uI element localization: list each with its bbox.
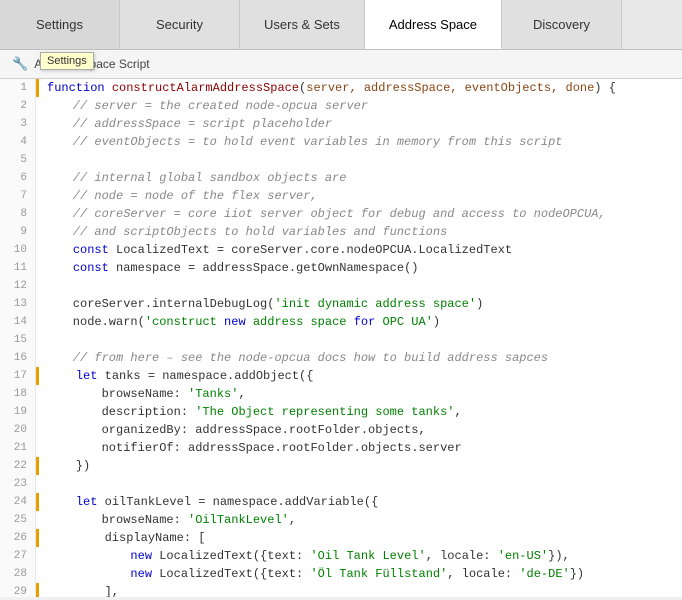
line-content: new LocalizedText({text: 'Oil Tank Level… xyxy=(36,547,682,565)
code-line: 13 coreServer.internalDebugLog('init dyn… xyxy=(0,295,682,313)
line-content: new LocalizedText({text: 'Öl Tank Füllst… xyxy=(36,565,682,583)
line-content: organizedBy: addressSpace.rootFolder.obj… xyxy=(36,421,682,439)
line-content: browseName: 'OilTankLevel', xyxy=(36,511,682,529)
line-number: 7 xyxy=(0,187,36,205)
code-editor[interactable]: 1function constructAlarmAddressSpace(ser… xyxy=(0,79,682,597)
line-number: 13 xyxy=(0,295,36,313)
line-number: 26 xyxy=(0,529,36,547)
line-content: // and scriptObjects to hold variables a… xyxy=(36,223,682,241)
line-content: function constructAlarmAddressSpace(serv… xyxy=(36,79,682,97)
line-number: 22 xyxy=(0,457,36,475)
line-number: 9 xyxy=(0,223,36,241)
line-number: 14 xyxy=(0,313,36,331)
line-content: coreServer.internalDebugLog('init dynami… xyxy=(36,295,682,313)
line-number: 18 xyxy=(0,385,36,403)
tab-bar: Settings Security Users & Sets Address S… xyxy=(0,0,682,50)
code-line: 22 }) xyxy=(0,457,682,475)
code-line: 4 // eventObjects = to hold event variab… xyxy=(0,133,682,151)
code-line: 9 // and scriptObjects to hold variables… xyxy=(0,223,682,241)
line-content: node.warn('construct new address space f… xyxy=(36,313,682,331)
line-number: 2 xyxy=(0,97,36,115)
line-number: 21 xyxy=(0,439,36,457)
code-line: 6 // internal global sandbox objects are xyxy=(0,169,682,187)
line-number: 12 xyxy=(0,277,36,295)
line-content: const LocalizedText = coreServer.core.no… xyxy=(36,241,682,259)
line-content: // internal global sandbox objects are xyxy=(36,169,682,187)
line-content: // eventObjects = to hold event variable… xyxy=(36,133,682,151)
line-number: 5 xyxy=(0,151,36,169)
line-number: 3 xyxy=(0,115,36,133)
tab-discovery[interactable]: Discovery xyxy=(502,0,622,49)
line-number: 23 xyxy=(0,475,36,493)
code-line: 14 node.warn('construct new address spac… xyxy=(0,313,682,331)
line-number: 11 xyxy=(0,259,36,277)
line-number: 16 xyxy=(0,349,36,367)
line-number: 1 xyxy=(0,79,36,97)
code-line: 7 // node = node of the flex server, xyxy=(0,187,682,205)
line-number: 8 xyxy=(0,205,36,223)
line-number: 29 xyxy=(0,583,36,597)
tab-security[interactable]: Security xyxy=(120,0,240,49)
line-content: // from here – see the node-opcua docs h… xyxy=(36,349,682,367)
code-line: 26 displayName: [ xyxy=(0,529,682,547)
code-line: 23 xyxy=(0,475,682,493)
line-content: // coreServer = core iiot server object … xyxy=(36,205,682,223)
line-number: 25 xyxy=(0,511,36,529)
line-content: let tanks = namespace.addObject({ xyxy=(36,367,682,385)
line-number: 4 xyxy=(0,133,36,151)
code-line: 27 new LocalizedText({text: 'Oil Tank Le… xyxy=(0,547,682,565)
line-number: 24 xyxy=(0,493,36,511)
code-line: 2 // server = the created node-opcua ser… xyxy=(0,97,682,115)
wrench-icon: 🔧 xyxy=(12,56,28,72)
breadcrumb: Settings 🔧 Address Space Script xyxy=(0,50,682,79)
line-content: description: 'The Object representing so… xyxy=(36,403,682,421)
line-content: let oilTankLevel = namespace.addVariable… xyxy=(36,493,682,511)
line-content: }) xyxy=(36,457,682,475)
line-content: // server = the created node-opcua serve… xyxy=(36,97,682,115)
code-line: 17 let tanks = namespace.addObject({ xyxy=(0,367,682,385)
line-content: notifierOf: addressSpace.rootFolder.obje… xyxy=(36,439,682,457)
code-line: 21 notifierOf: addressSpace.rootFolder.o… xyxy=(0,439,682,457)
code-line: 3 // addressSpace = script placeholder xyxy=(0,115,682,133)
tab-settings[interactable]: Settings xyxy=(0,0,120,49)
code-line: 10 const LocalizedText = coreServer.core… xyxy=(0,241,682,259)
code-line: 19 description: 'The Object representing… xyxy=(0,403,682,421)
line-number: 15 xyxy=(0,331,36,349)
line-content: const namespace = addressSpace.getOwnNam… xyxy=(36,259,682,277)
code-line: 29 ], xyxy=(0,583,682,597)
code-line: 8 // coreServer = core iiot server objec… xyxy=(0,205,682,223)
tab-address-space[interactable]: Address Space xyxy=(365,0,502,49)
code-line: 25 browseName: 'OilTankLevel', xyxy=(0,511,682,529)
line-number: 17 xyxy=(0,367,36,385)
line-content: // node = node of the flex server, xyxy=(36,187,682,205)
code-line: 11 const namespace = addressSpace.getOwn… xyxy=(0,259,682,277)
line-number: 28 xyxy=(0,565,36,583)
code-line: 24 let oilTankLevel = namespace.addVaria… xyxy=(0,493,682,511)
code-line: 5 xyxy=(0,151,682,169)
code-line: 12 xyxy=(0,277,682,295)
breadcrumb-tooltip: Settings xyxy=(40,52,94,70)
line-number: 27 xyxy=(0,547,36,565)
line-content: browseName: 'Tanks', xyxy=(36,385,682,403)
code-line: 28 new LocalizedText({text: 'Öl Tank Fül… xyxy=(0,565,682,583)
line-content: displayName: [ xyxy=(36,529,682,547)
line-number: 6 xyxy=(0,169,36,187)
code-line: 16 // from here – see the node-opcua doc… xyxy=(0,349,682,367)
code-line: 20 organizedBy: addressSpace.rootFolder.… xyxy=(0,421,682,439)
tab-users-sets[interactable]: Users & Sets xyxy=(240,0,365,49)
code-line: 1function constructAlarmAddressSpace(ser… xyxy=(0,79,682,97)
line-content: ], xyxy=(36,583,682,597)
line-content: // addressSpace = script placeholder xyxy=(36,115,682,133)
line-number: 20 xyxy=(0,421,36,439)
line-number: 19 xyxy=(0,403,36,421)
line-number: 10 xyxy=(0,241,36,259)
code-line: 15 xyxy=(0,331,682,349)
code-line: 18 browseName: 'Tanks', xyxy=(0,385,682,403)
